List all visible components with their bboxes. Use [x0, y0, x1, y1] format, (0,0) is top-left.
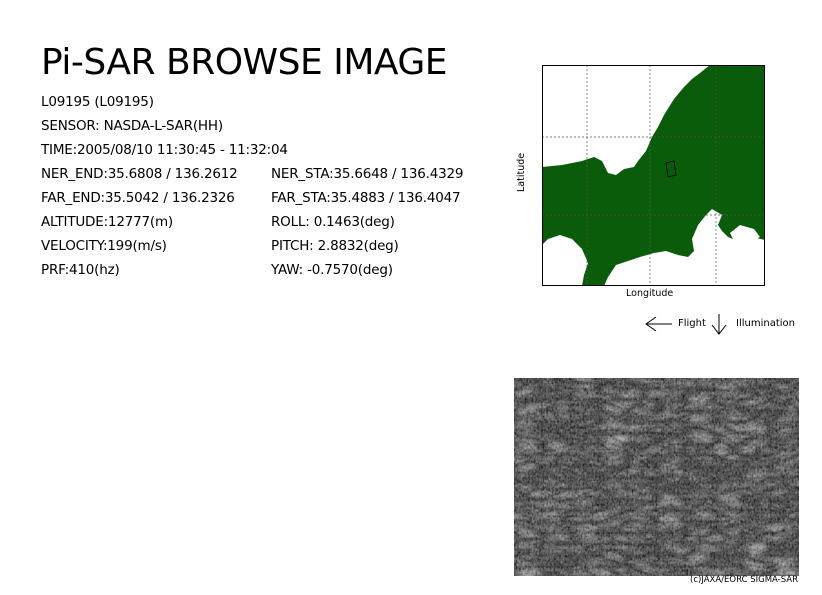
altitude: ALTITUDE:12777(m)	[41, 214, 173, 230]
near-start-coords: NER_STA:35.6648 / 136.4329	[271, 166, 464, 182]
roll: ROLL: 0.1463(deg)	[271, 214, 395, 230]
page-title: Pi-SAR BROWSE IMAGE	[41, 42, 448, 83]
velocity: VELOCITY:199(m/s)	[41, 238, 167, 254]
scene-id: L09195 (L09195)	[41, 94, 154, 110]
near-end-coords: NER_END:35.6808 / 136.2612	[41, 166, 238, 182]
acquisition-time: TIME:2005/08/10 11:30:45 - 11:32:04	[41, 142, 288, 158]
arrow-left-icon	[644, 313, 674, 335]
flight-label: Flight	[678, 318, 706, 329]
prf: PRF:410(hz)	[41, 262, 120, 278]
location-map	[542, 65, 765, 286]
latitude-label: Latitude	[516, 152, 527, 192]
arrow-down-icon	[710, 313, 728, 335]
far-end-coords: FAR_END:35.5042 / 136.2326	[41, 190, 235, 206]
sensor-info: SENSOR: NASDA-L-SAR(HH)	[41, 118, 223, 134]
longitude-label: Longitude	[626, 288, 674, 299]
pitch: PITCH: 2.8832(deg)	[271, 238, 399, 254]
yaw: YAW: -0.7570(deg)	[271, 262, 393, 278]
illumination-label: Illumination	[736, 318, 795, 329]
copyright-credit: (c)JAXA/EORC SIGMA-SAR	[690, 575, 798, 585]
sar-browse-image	[514, 378, 799, 576]
far-start-coords: FAR_STA:35.4883 / 136.4047	[271, 190, 461, 206]
